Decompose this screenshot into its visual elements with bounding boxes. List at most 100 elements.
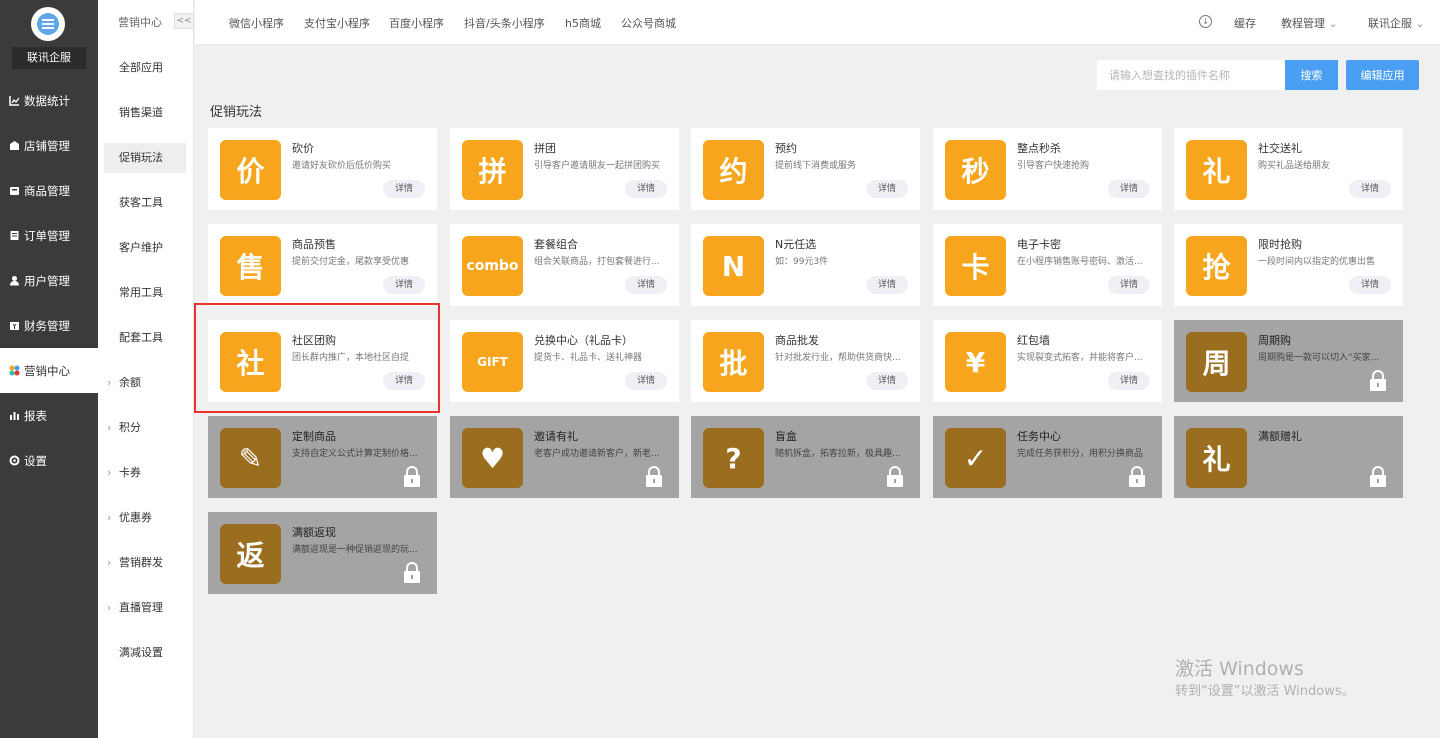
app-card-reservation[interactable]: 约 预约 提前线下消费或服务 详情: [691, 128, 920, 210]
download-icon[interactable]: ↓: [1199, 15, 1212, 28]
tab-alipay-miniprogram[interactable]: 支付宝小程序: [304, 15, 370, 31]
subnav-item-all-apps[interactable]: 全部应用: [104, 53, 186, 83]
detail-button[interactable]: 详情: [866, 276, 908, 294]
app-card-group-buy[interactable]: 拼 拼团 引导客户邀请朋友一起拼团购买 详情: [450, 128, 679, 210]
tutorial-menu[interactable]: 教程管理 ⌄: [1281, 15, 1338, 31]
tab-official-account-mall[interactable]: 公众号商城: [621, 15, 676, 31]
subnav-item-support-tools[interactable]: 配套工具: [104, 323, 186, 353]
sidebar-item-label: 数据统计: [24, 93, 70, 108]
bargain-icon: 价: [220, 140, 281, 200]
subnav-item-common-tools[interactable]: 常用工具: [104, 278, 186, 308]
detail-button[interactable]: 详情: [1108, 180, 1150, 198]
finance-icon: [10, 322, 19, 330]
card-desc: 引导客户快速抢购: [1017, 161, 1090, 171]
cashback-gift-icon: 返: [220, 524, 281, 584]
invite-gift-icon: ♥: [462, 428, 523, 488]
sidebar-item-users[interactable]: 用户管理: [0, 258, 98, 303]
subnav-item-acquisition[interactable]: 获客工具: [104, 188, 186, 218]
clock-icon: 抢: [1186, 236, 1247, 296]
app-card-custom-product[interactable]: ✎ 定制商品 支持自定义公式计算定制价格...: [208, 416, 437, 498]
tab-wechat-miniprogram[interactable]: 微信小程序: [229, 15, 284, 31]
card-name: 邀请有礼: [534, 430, 578, 443]
detail-button[interactable]: 详情: [383, 276, 425, 294]
sidebar-item-settings[interactable]: 设置: [0, 438, 98, 483]
tab-douyin-miniprogram[interactable]: 抖音/头条小程序: [464, 15, 545, 31]
detail-button[interactable]: 详情: [1349, 180, 1391, 198]
detail-button[interactable]: 详情: [625, 180, 667, 198]
search-button[interactable]: 搜索: [1285, 60, 1338, 90]
app-card-blind-box[interactable]: ? 盲盒 随机拆盒，拓客拉新，极具趣...: [691, 416, 920, 498]
card-desc: 如：99元3件: [775, 257, 829, 267]
settings-icon: [9, 455, 20, 466]
app-card-redeem-center[interactable]: GIFT 兑换中心（礼品卡） 提货卡、礼品卡、送礼神器 详情: [450, 320, 679, 402]
subnav-item-mass-message[interactable]: › 营销群发: [104, 548, 186, 578]
chevron-right-icon: ›: [107, 466, 112, 479]
app-card-e-card[interactable]: 卡 电子卡密 在小程序销售账号密码、激活... 详情: [933, 224, 1162, 306]
card-desc: 老客户成功邀请新客户，新老...: [534, 449, 660, 459]
tab-baidu-miniprogram[interactable]: 百度小程序: [389, 15, 444, 31]
cache-link[interactable]: 缓存: [1234, 15, 1256, 31]
subnav-item-customer-care[interactable]: 客户维护: [104, 233, 186, 263]
app-card-invite-reward[interactable]: ♥ 邀请有礼 老客户成功邀请新客户，新老...: [450, 416, 679, 498]
user-icon: [10, 276, 19, 286]
subnav-item-coupons[interactable]: › 优惠券: [104, 503, 186, 533]
sidebar-item-label: 商品管理: [24, 183, 70, 198]
collapse-button[interactable]: <<: [174, 13, 194, 29]
subnav-item-cards[interactable]: › 卡券: [104, 458, 186, 488]
tab-h5-mall[interactable]: h5商城: [565, 15, 601, 31]
detail-button[interactable]: 详情: [625, 276, 667, 294]
subnav-item-discount-settings[interactable]: 满减设置: [104, 638, 186, 668]
sidebar-item-stats[interactable]: 数据统计: [0, 78, 98, 123]
app-card-full-amount-gift[interactable]: 礼 满额赠礼: [1174, 416, 1403, 498]
subnav-item-points[interactable]: › 积分: [104, 413, 186, 443]
card-desc: 购买礼品送给朋友: [1258, 161, 1331, 171]
card-desc: 随机拆盒，拓客拉新，极具趣...: [775, 449, 901, 459]
sidebar-item-report[interactable]: 报表: [0, 393, 98, 438]
detail-button[interactable]: 详情: [1349, 276, 1391, 294]
subnav-item-sales-channel[interactable]: 销售渠道: [104, 98, 186, 128]
sidebar-item-marketing[interactable]: 营销中心: [0, 348, 98, 393]
red-packet-icon: ¥: [945, 332, 1006, 392]
detail-button[interactable]: 详情: [1108, 372, 1150, 390]
card-name: 整点秒杀: [1017, 142, 1061, 155]
card-desc: 提前交付定金，尾款享受优惠: [292, 257, 410, 267]
app-card-subscription[interactable]: 周 周期购 周期购是一款可以切入“买家...: [1174, 320, 1403, 402]
sidebar-item-store[interactable]: 店铺管理: [0, 123, 98, 168]
app-card-n-yuan[interactable]: N N元任选 如：99元3件 详情: [691, 224, 920, 306]
app-card-task-center[interactable]: ✓ 任务中心 完成任务获积分，用积分换商品: [933, 416, 1162, 498]
windows-activation-title: 激活 Windows: [1175, 658, 1304, 680]
detail-button[interactable]: 详情: [866, 372, 908, 390]
sidebar-item-label: 设置: [24, 453, 47, 468]
app-card-wholesale[interactable]: 批 商品批发 针对批发行业，帮助供货商快... 详情: [691, 320, 920, 402]
highlight-box: [194, 303, 440, 413]
plugin-search-input[interactable]: [1097, 60, 1285, 90]
app-card-red-packet[interactable]: ¥ 红包墙 实现裂变式拓客，并能将客户... 详情: [933, 320, 1162, 402]
subnav-item-promotion[interactable]: 促销玩法: [104, 143, 186, 173]
app-card-social-gift[interactable]: 礼 社交送礼 购买礼品送给朋友 详情: [1174, 128, 1403, 210]
app-card-limited-time[interactable]: 抢 限时抢购 一段时间内以指定的优惠出售 详情: [1174, 224, 1403, 306]
edit-apps-button[interactable]: 编辑应用: [1346, 60, 1419, 90]
app-card-presale[interactable]: 售 商品预售 提前交付定金，尾款享受优惠 详情: [208, 224, 437, 306]
card-name: 满额返现: [292, 526, 336, 539]
detail-button[interactable]: 详情: [1108, 276, 1150, 294]
blind-box-icon: ?: [703, 428, 764, 488]
subnav-item-live[interactable]: › 直播管理: [104, 593, 186, 623]
subnav-item-balance[interactable]: › 余额: [104, 368, 186, 398]
app-card-cashback[interactable]: 返 满额返现 满额返现是一种促销返现的玩...: [208, 512, 437, 594]
e-card-icon: 卡: [945, 236, 1006, 296]
sidebar-item-label: 营销中心: [24, 363, 70, 378]
detail-button[interactable]: 详情: [625, 372, 667, 390]
card-desc: 组合关联商品，打包套餐进行...: [534, 257, 660, 267]
sidebar-item-orders[interactable]: 订单管理: [0, 213, 98, 258]
account-menu[interactable]: 联讯企服 ⌄: [1368, 15, 1425, 31]
lock-icon: [887, 466, 903, 487]
chevron-right-icon: ›: [107, 601, 112, 614]
detail-button[interactable]: 详情: [866, 180, 908, 198]
detail-button[interactable]: 详情: [383, 180, 425, 198]
sidebar-item-goods[interactable]: 商品管理: [0, 168, 98, 213]
sidebar-item-label: 财务管理: [24, 318, 70, 333]
app-card-combo[interactable]: combo 套餐组合 组合关联商品，打包套餐进行... 详情: [450, 224, 679, 306]
app-card-bargain[interactable]: 价 砍价 邀请好友砍价后低价购买 详情: [208, 128, 437, 210]
app-card-flash-sale[interactable]: 秒 整点秒杀 引导客户快速抢购 详情: [933, 128, 1162, 210]
sidebar-item-finance[interactable]: 财务管理: [0, 303, 98, 348]
